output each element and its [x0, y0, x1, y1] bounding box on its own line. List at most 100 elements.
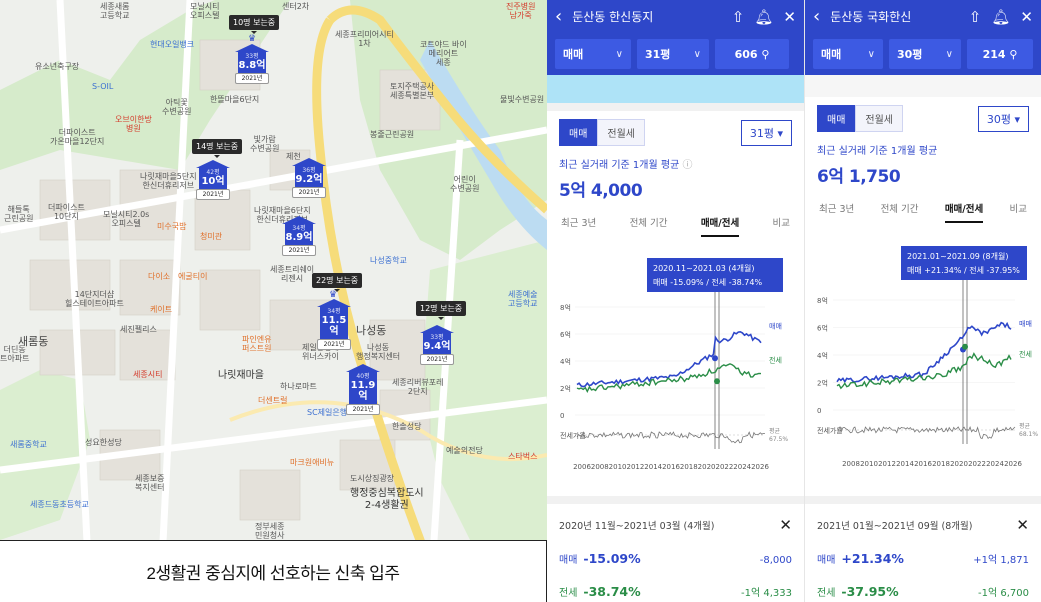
jeonse-change-pct: -38.74% [583, 584, 641, 599]
map-label: 세종새롬 고등학교 [100, 2, 130, 21]
sale-series-line [836, 321, 1012, 384]
listing-count: 214 [982, 47, 1006, 61]
toggle-sale[interactable]: 매매 [559, 119, 598, 146]
map-label: 세종보증 복지센터 [135, 474, 165, 493]
marker-price: 9.4억 [423, 341, 451, 352]
sale-label: 매매 [559, 555, 578, 566]
price-marker[interactable]: 36평 9.2억 2021년 [292, 158, 326, 198]
jeonse-change-pct: -37.95% [841, 584, 899, 599]
marker-price: 10억 [201, 176, 225, 187]
map-label: 더파이스트 10단지 [48, 203, 85, 222]
avg-value: 6억 1,750 [817, 167, 901, 187]
marker-pyeong: 33평 [245, 53, 259, 60]
panel-header: ‹ 둔산동 한신동지 ⇧ 🔔︎ ✕ 매매 ∨ 31평 ∨ 606 ⚲ [547, 0, 804, 75]
info-icon[interactable]: ⓘ [682, 160, 692, 171]
avg-value: 5억 4,000 [559, 181, 643, 201]
map-label: 세진펠리스 [120, 325, 157, 334]
share-icon[interactable]: ⇧ [969, 8, 982, 26]
pyeong-value: 30평 [986, 112, 1011, 126]
tab-all-period[interactable]: 전체 기간 [881, 201, 919, 223]
map-label: 한솔성당 [392, 422, 422, 431]
marker-pyeong: 33평 [430, 334, 444, 341]
marker-pyeong: 40평 [356, 373, 370, 380]
x-tick-label: 2016 [914, 460, 932, 468]
x-tick-label: 2008 [591, 463, 609, 471]
map-label: 물빛수변공원 [500, 95, 545, 104]
tab-recent-3y[interactable]: 최근 3년 [561, 215, 596, 237]
back-icon[interactable]: ‹ [555, 7, 562, 26]
close-icon[interactable]: ✕ [783, 8, 796, 26]
ratio-avg-label: 평균 [769, 427, 781, 435]
close-icon[interactable]: ✕ [1016, 516, 1029, 534]
close-icon[interactable]: ✕ [779, 516, 792, 534]
tab-sale-jeonse[interactable]: 매매/전세 [944, 201, 984, 223]
price-marker[interactable]: 34평 8.9억 2021년 [282, 216, 316, 256]
y-tick-label: 6억 [817, 325, 828, 333]
marker-year: 2021년 [282, 245, 316, 256]
pyeong-select[interactable]: 31평 ▾ [740, 119, 792, 146]
marker-pyeong: 34평 [292, 225, 306, 232]
price-marker[interactable]: 33평 9.4억 2021년 [420, 325, 454, 365]
price-marker[interactable]: 42평 10억 2021년 [196, 160, 230, 200]
size-select[interactable]: 31평 ∨ [637, 39, 709, 69]
y-tick-label: 0 [817, 407, 821, 415]
x-tick-label: 2022 [715, 463, 733, 471]
x-tick-label: 2022 [968, 460, 986, 468]
price-marker[interactable]: 34평 11.5억 2021년 [317, 299, 351, 350]
ratio-line [576, 431, 765, 444]
map-label: 하나로마트 [280, 382, 317, 391]
map-label: 센터2차 [282, 2, 310, 11]
avg-label: 최근 실거래 기준 1개월 평균 ⓘ [559, 156, 792, 171]
price-marker[interactable]: 40평 11.9억 2021년 [346, 364, 380, 415]
pyeong-select[interactable]: 30평 ▾ [977, 105, 1029, 132]
x-tick-label: 2006 [573, 463, 591, 471]
tab-compare[interactable]: 비교 [1010, 201, 1027, 223]
bell-icon[interactable]: 🔔︎ [991, 8, 1010, 26]
y-tick-label: 6억 [560, 331, 571, 339]
avg-label-text: 최근 실거래 기준 1개월 평균 [559, 160, 680, 171]
tooltip-period: 2021.01~2021.09 (8개월) [907, 251, 1008, 261]
map-view[interactable]: 세종새롬 고등학교 모닐시티 오피스텔 센터2차 세종프리미어시티 1차 진주병… [0, 0, 547, 602]
tab-compare[interactable]: 비교 [773, 215, 790, 237]
viewers-badge: 14명 보는중 [192, 139, 243, 158]
period-summary: 2020년 11월~2021년 03월 (4개월) ✕ 매매 -15.09% -8,0… [547, 496, 804, 600]
search-icon: ⚲ [1009, 47, 1018, 61]
trade-type-select[interactable]: 매매 ∨ [555, 39, 631, 69]
price-chart[interactable]: 2021.01~2021.09 (8개월) 매매 +21.34% / 전세 -37… [805, 240, 1041, 480]
map-label: 14단지더샵 힐스테이트아파트 [65, 290, 124, 309]
legend-sale: 매매 [769, 323, 782, 331]
price-chart[interactable]: 2020.11~2021.03 (4개월) 매매 -15.09% / 전세 -38… [547, 252, 804, 478]
marker-year: 2021년 [235, 73, 269, 84]
viewers-badge: 12명 보는중 [416, 301, 467, 320]
trade-type-select[interactable]: 매매 ∨ [813, 39, 883, 69]
toggle-jeonse[interactable]: 전월세 [855, 105, 904, 132]
tab-all-period[interactable]: 전체 기간 [630, 215, 668, 237]
jeonse-label: 전세 [817, 588, 836, 599]
back-icon[interactable]: ‹ [813, 7, 820, 26]
map-label: 정부세종 민원청사 [255, 522, 285, 541]
toggle-jeonse[interactable]: 전월세 [597, 119, 646, 146]
size-select[interactable]: 30평 ∨ [889, 39, 961, 69]
x-tick-label: 2024 [986, 460, 1004, 468]
chevron-down-icon: ∨ [945, 48, 953, 60]
viewers-badge: 22명 보는중 [312, 273, 363, 292]
tab-recent-3y[interactable]: 최근 3년 [819, 201, 854, 223]
map-label: 스타벅스 [508, 452, 538, 461]
map-label: 현대오일뱅크 [150, 40, 195, 49]
share-icon[interactable]: ⇧ [732, 8, 745, 26]
map-label: 오브이한방 병원 [115, 115, 152, 134]
bell-icon[interactable]: 🔔︎ [754, 8, 773, 26]
map-label: 성요한성당 [85, 438, 122, 447]
trade-type-value: 매매 [821, 48, 842, 61]
close-icon[interactable]: ✕ [1020, 8, 1033, 26]
marker-price: 8.8억 [238, 60, 266, 71]
x-tick-label: 2008 [842, 460, 860, 468]
listing-count-button[interactable]: 606 ⚲ [715, 39, 789, 69]
viewers-badge: 10명 보는중 [229, 15, 280, 34]
marker-price: 9.2억 [295, 174, 323, 185]
tab-sale-jeonse[interactable]: 매매/전세 [700, 215, 740, 237]
price-marker[interactable]: 33평 8.8억 2021년 [235, 44, 269, 84]
x-tick-label: 2010 [609, 463, 627, 471]
listing-count-button[interactable]: 214 ⚲ [967, 39, 1033, 69]
toggle-sale[interactable]: 매매 [817, 105, 856, 132]
